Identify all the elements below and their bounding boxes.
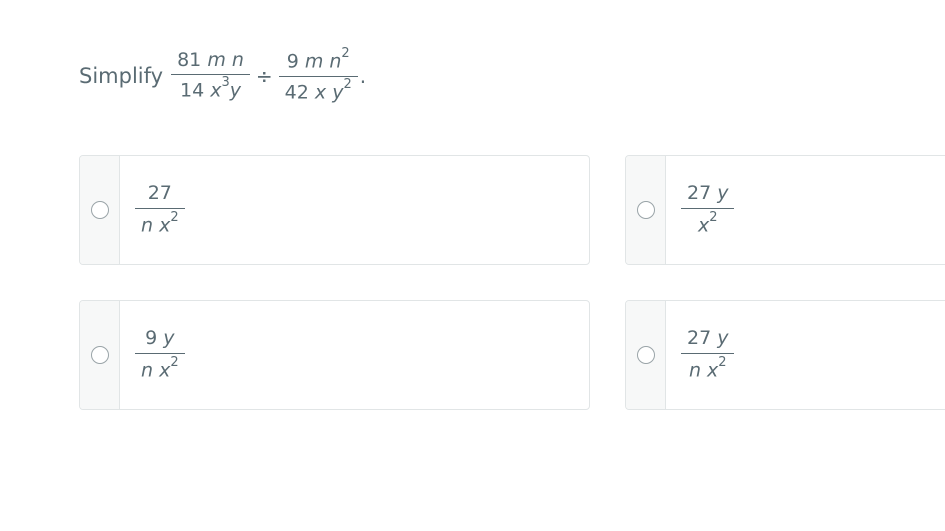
option-a-denominator-variables: n x <box>141 214 171 237</box>
option-d-denominator: n x2 <box>683 354 733 385</box>
option-a-radio-button[interactable] <box>90 201 109 219</box>
option-b-numerator: 27 y <box>681 179 734 208</box>
option-a-numerator-coefficient: 27 <box>147 182 172 205</box>
option-d-numerator-coefficient: 27 <box>687 327 712 350</box>
option-c-denominator: n x2 <box>135 354 185 385</box>
second-denominator-exponent: 2 <box>343 76 352 92</box>
option-a-numerator: 27 <box>142 179 178 208</box>
option-d-numerator-variable: y <box>717 327 729 350</box>
option-a-denominator-exponent: 2 <box>170 210 179 226</box>
first-denominator-variable-x: x <box>210 79 222 102</box>
option-b-fraction: 27 y x2 <box>681 179 735 240</box>
option-a-denominator: n x2 <box>135 209 185 240</box>
option-d-denominator-variables: n x <box>688 359 719 382</box>
answer-option-c[interactable]: 9 y n x2 <box>79 300 590 410</box>
option-c-denominator-exponent: 2 <box>170 355 179 371</box>
first-numerator-coefficient: 81 <box>177 49 202 72</box>
second-numerator-coefficient: 9 <box>286 50 299 73</box>
option-d-content[interactable]: 27 y n x2 <box>666 301 735 409</box>
first-fraction-numerator: 81 m n <box>171 47 250 74</box>
option-b-radio-rail[interactable] <box>626 156 666 264</box>
option-c-radio-rail[interactable] <box>80 301 120 409</box>
second-denominator-coefficient: 42 <box>284 80 309 103</box>
first-fraction-denominator: 14 x3y <box>174 75 247 104</box>
option-c-radio-button[interactable] <box>90 346 109 364</box>
answer-option-d[interactable]: 27 y n x2 <box>625 300 945 410</box>
option-b-denominator-exponent: 2 <box>709 210 718 226</box>
option-b-numerator-variable: y <box>717 182 729 205</box>
option-b-denominator-variables: x <box>697 214 710 237</box>
answer-option-a[interactable]: 27 n x2 <box>79 155 590 265</box>
first-denominator-exponent: 3 <box>221 75 230 91</box>
divide-operator: ÷ <box>255 64 273 88</box>
second-fraction-denominator: 42 x y2 <box>279 77 358 106</box>
option-c-numerator-coefficient: 9 <box>145 327 158 350</box>
option-d-numerator: 27 y <box>681 324 734 353</box>
option-c-denominator-variables: n x <box>141 359 171 382</box>
question-prompt: Simplify <box>79 64 164 88</box>
option-c-numerator-variable: y <box>163 327 175 350</box>
option-a-content[interactable]: 27 n x2 <box>120 156 185 264</box>
first-denominator-variable-y: y <box>229 79 241 102</box>
first-numerator-variables: m n <box>207 49 244 72</box>
option-d-radio-button[interactable] <box>636 346 655 364</box>
second-fraction-numerator: 9 m n2 <box>281 46 356 75</box>
question-stem: Simplify 81 m n 14 x3y ÷ 9 m n2 42 x y2 … <box>79 38 366 114</box>
option-c-content[interactable]: 9 y n x2 <box>120 301 185 409</box>
end-mark: . <box>359 64 367 88</box>
second-numerator-exponent: 2 <box>341 46 350 62</box>
option-a-radio-rail[interactable] <box>80 156 120 264</box>
first-denominator-coefficient: 14 <box>179 79 205 102</box>
option-d-fraction: 27 y n x2 <box>681 324 735 385</box>
option-c-fraction: 9 y n x2 <box>135 324 185 385</box>
second-numerator-variables: m n <box>304 50 342 73</box>
option-a-fraction: 27 n x2 <box>135 179 185 240</box>
option-b-numerator-coefficient: 27 <box>687 182 712 205</box>
option-b-radio-button[interactable] <box>636 201 655 219</box>
second-denominator-variables: x y <box>314 80 344 103</box>
option-b-denominator: x2 <box>692 209 724 240</box>
second-fraction: 9 m n2 42 x y2 <box>278 46 358 106</box>
option-c-numerator: 9 y <box>139 324 180 353</box>
first-fraction: 81 m n 14 x3y <box>171 47 250 104</box>
answer-option-b[interactable]: 27 y x2 <box>625 155 945 265</box>
option-b-content[interactable]: 27 y x2 <box>666 156 735 264</box>
option-d-denominator-exponent: 2 <box>718 355 727 371</box>
option-d-radio-rail[interactable] <box>626 301 666 409</box>
